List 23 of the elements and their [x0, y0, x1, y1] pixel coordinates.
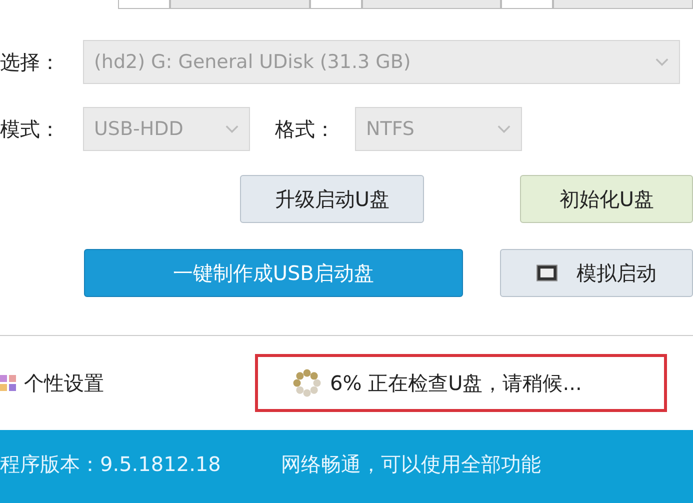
- device-label: 选择：: [0, 48, 61, 76]
- tab[interactable]: [501, 0, 554, 9]
- simulate-button[interactable]: 模拟启动: [500, 249, 693, 297]
- network-status-text: 网络畅通，可以使用全部功能: [280, 451, 541, 478]
- progress-text: 6% 正在检查U盘，请稍候...: [330, 370, 582, 396]
- tab[interactable]: [310, 0, 362, 9]
- tab[interactable]: [170, 0, 310, 9]
- upgrade-button[interactable]: 升级启动U盘: [240, 175, 424, 223]
- tab[interactable]: [362, 0, 502, 9]
- version-text: 程序版本：9.5.1812.18: [0, 451, 221, 478]
- chevron-down-icon: [655, 58, 669, 66]
- loading-spinner-icon: [292, 368, 322, 398]
- tab[interactable]: [553, 0, 693, 9]
- chevron-down-icon: [225, 124, 239, 134]
- mode-label: 模式：: [0, 116, 61, 142]
- chevron-down-icon: [497, 124, 511, 134]
- format-label: 格式：: [275, 116, 336, 142]
- init-button[interactable]: 初始化U盘: [520, 175, 693, 223]
- grid-icon: [0, 375, 16, 391]
- tab[interactable]: [118, 0, 170, 9]
- settings-label: 个性设置: [24, 370, 104, 396]
- make-boot-button[interactable]: 一键制作成USB启动盘: [84, 249, 463, 297]
- console-icon: [536, 264, 558, 282]
